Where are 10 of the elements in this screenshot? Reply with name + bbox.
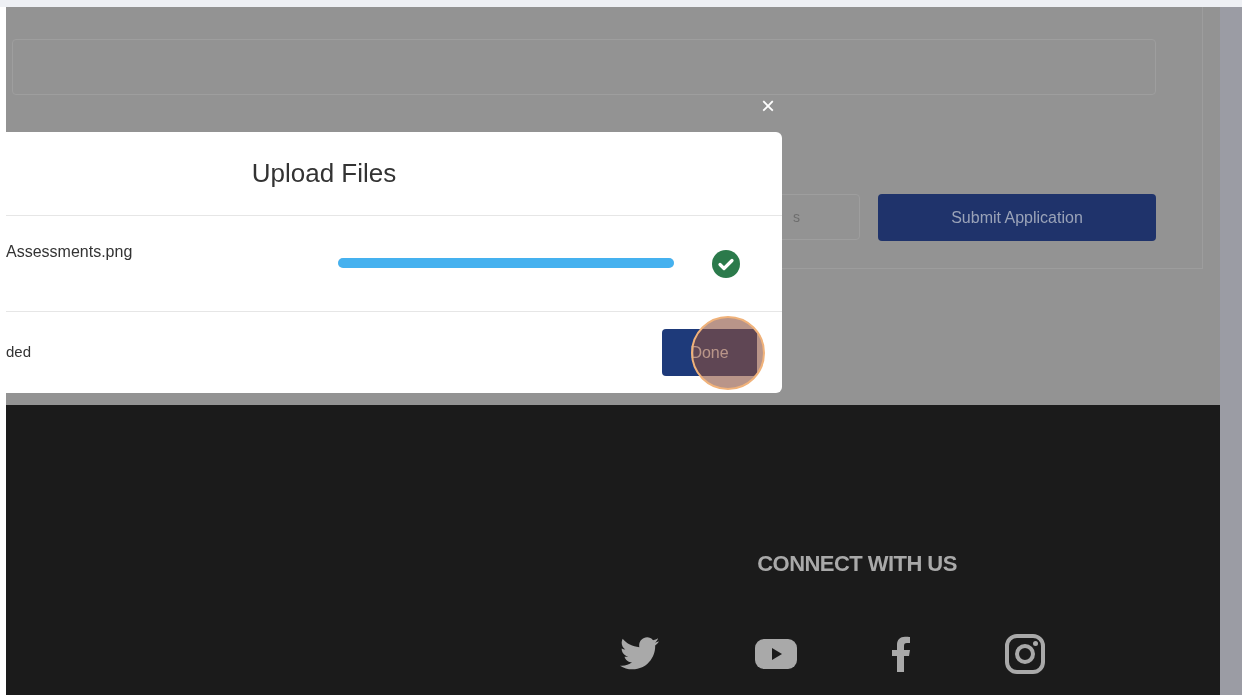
camera-icon[interactable] <box>1004 634 1045 674</box>
bird-icon[interactable] <box>619 637 660 671</box>
play-icon[interactable] <box>754 639 797 669</box>
f-letter-icon[interactable] <box>891 636 910 672</box>
status-text: ded <box>6 342 32 363</box>
footer-heading: CONNECT WITH US <box>757 550 957 578</box>
submit-button[interactable]: Submit Application <box>878 194 1156 241</box>
close-button[interactable]: × <box>761 94 775 118</box>
dialog-title: Upload Files <box>250 157 398 190</box>
file-name: Assessments.png <box>6 242 134 262</box>
